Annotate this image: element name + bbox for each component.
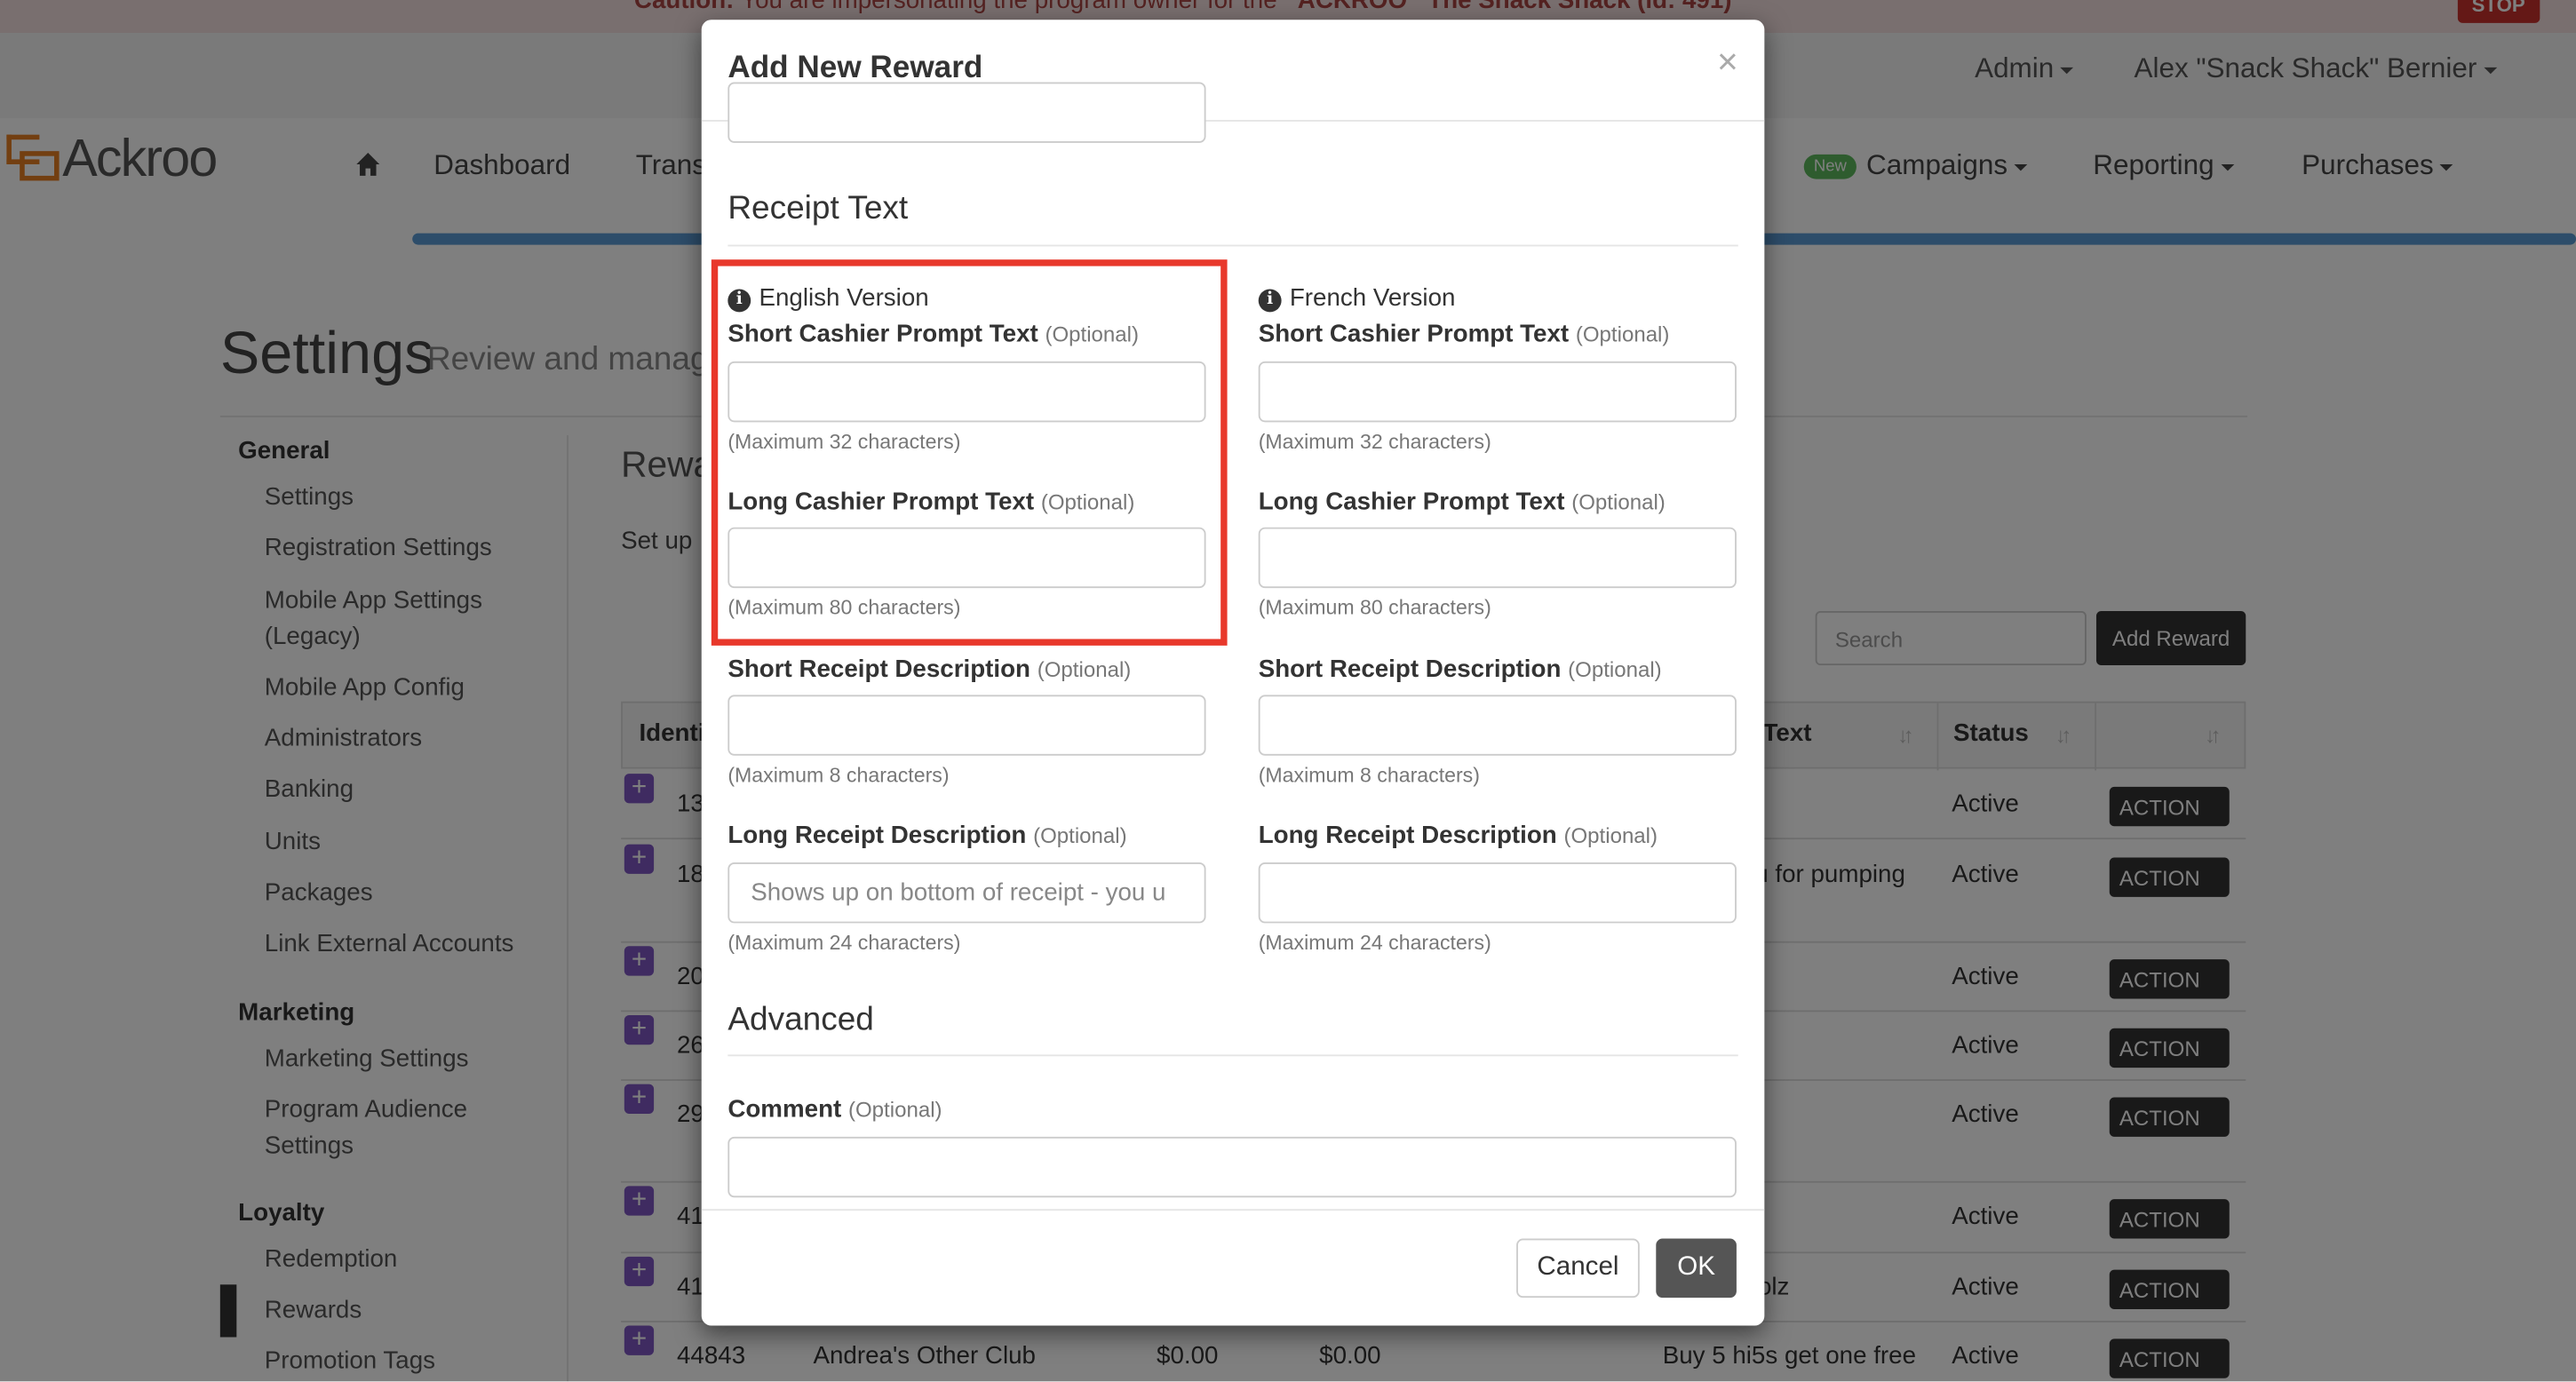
en-long-receipt-help: (Maximum 24 characters): [727, 931, 961, 955]
fr-short-receipt-label: Short Receipt Description (Optional): [1259, 655, 1662, 683]
label-text: Short Cashier Prompt Text: [727, 320, 1038, 349]
label-text: Long Receipt Description: [1258, 821, 1557, 850]
fr-short-receipt-help: (Maximum 8 characters): [1258, 764, 1480, 787]
section-divider: [727, 1054, 1738, 1057]
label-text: Long Cashier Prompt Text: [1258, 488, 1565, 516]
fr-long-cashier-input[interactable]: [1258, 527, 1737, 589]
fr-short-cashier-label: Short Cashier Prompt Text (Optional): [1259, 321, 1670, 348]
en-long-receipt-label: Long Receipt Description (Optional): [727, 822, 1126, 849]
add-reward-modal: Add New Reward × Receipt Text i English V…: [701, 20, 1765, 1326]
receipt-text-heading: Receipt Text: [727, 190, 909, 227]
modal-footer-divider: [701, 1209, 1765, 1211]
label-text: Short Receipt Description: [727, 655, 1031, 684]
fr-long-receipt-input[interactable]: [1258, 862, 1737, 924]
section-divider: [727, 244, 1738, 247]
en-short-receipt-help: (Maximum 8 characters): [727, 764, 950, 787]
fr-long-cashier-help: (Maximum 80 characters): [1258, 596, 1491, 620]
optional-tag: (Optional): [1037, 656, 1132, 682]
label-text: Long Receipt Description: [727, 821, 1027, 850]
en-short-cashier-label: Short Cashier Prompt Text (Optional): [727, 321, 1139, 348]
en-short-cashier-help: (Maximum 32 characters): [727, 430, 961, 454]
optional-tag: (Optional): [1571, 489, 1666, 514]
cancel-button[interactable]: Cancel: [1516, 1238, 1640, 1299]
en-long-receipt-input[interactable]: Shows up on bottom of receipt - you u: [727, 862, 1206, 924]
page-root: Caution: You are impersonating the progr…: [0, 0, 2576, 1382]
optional-tag: (Optional): [1033, 822, 1127, 848]
label-text: Short Receipt Description: [1258, 655, 1562, 684]
en-long-cashier-label: Long Cashier Prompt Text (Optional): [727, 488, 1134, 515]
en-long-cashier-help: (Maximum 80 characters): [727, 596, 961, 620]
advanced-heading: Advanced: [727, 1002, 874, 1038]
en-short-receipt-label: Short Receipt Description (Optional): [727, 655, 1131, 683]
label-text: Long Cashier Prompt Text: [727, 488, 1035, 516]
fr-long-receipt-label: Long Receipt Description (Optional): [1259, 822, 1658, 849]
optional-tag: (Optional): [1040, 489, 1135, 514]
optional-tag: (Optional): [1045, 322, 1140, 347]
optional-tag: (Optional): [1568, 656, 1662, 682]
en-short-receipt-input[interactable]: [727, 695, 1206, 756]
en-long-cashier-input[interactable]: [727, 527, 1206, 589]
french-version-label: i French Version: [1258, 283, 1456, 313]
previous-field-input[interactable]: [727, 82, 1206, 143]
fr-short-cashier-input[interactable]: [1258, 361, 1737, 423]
fr-short-cashier-help: (Maximum 32 characters): [1258, 430, 1491, 454]
french-version-text: French Version: [1289, 283, 1456, 313]
close-icon[interactable]: ×: [1717, 44, 1738, 81]
ok-button[interactable]: OK: [1656, 1238, 1737, 1299]
en-short-cashier-input[interactable]: [727, 361, 1206, 423]
fr-long-receipt-help: (Maximum 24 characters): [1258, 931, 1491, 955]
fr-long-cashier-label: Long Cashier Prompt Text (Optional): [1259, 488, 1666, 515]
info-icon: i: [727, 289, 751, 313]
comment-label: Comment (Optional): [727, 1096, 942, 1124]
fr-short-receipt-input[interactable]: [1258, 695, 1737, 756]
english-version-label: i English Version: [727, 283, 929, 313]
label-text: Short Cashier Prompt Text: [1258, 320, 1570, 349]
english-version-text: English Version: [759, 283, 929, 313]
optional-tag: (Optional): [1563, 822, 1658, 848]
label-text: Comment: [727, 1095, 842, 1124]
optional-tag: (Optional): [1575, 322, 1670, 347]
optional-tag: (Optional): [847, 1097, 942, 1123]
comment-input[interactable]: [727, 1136, 1737, 1198]
info-icon: i: [1258, 289, 1282, 313]
